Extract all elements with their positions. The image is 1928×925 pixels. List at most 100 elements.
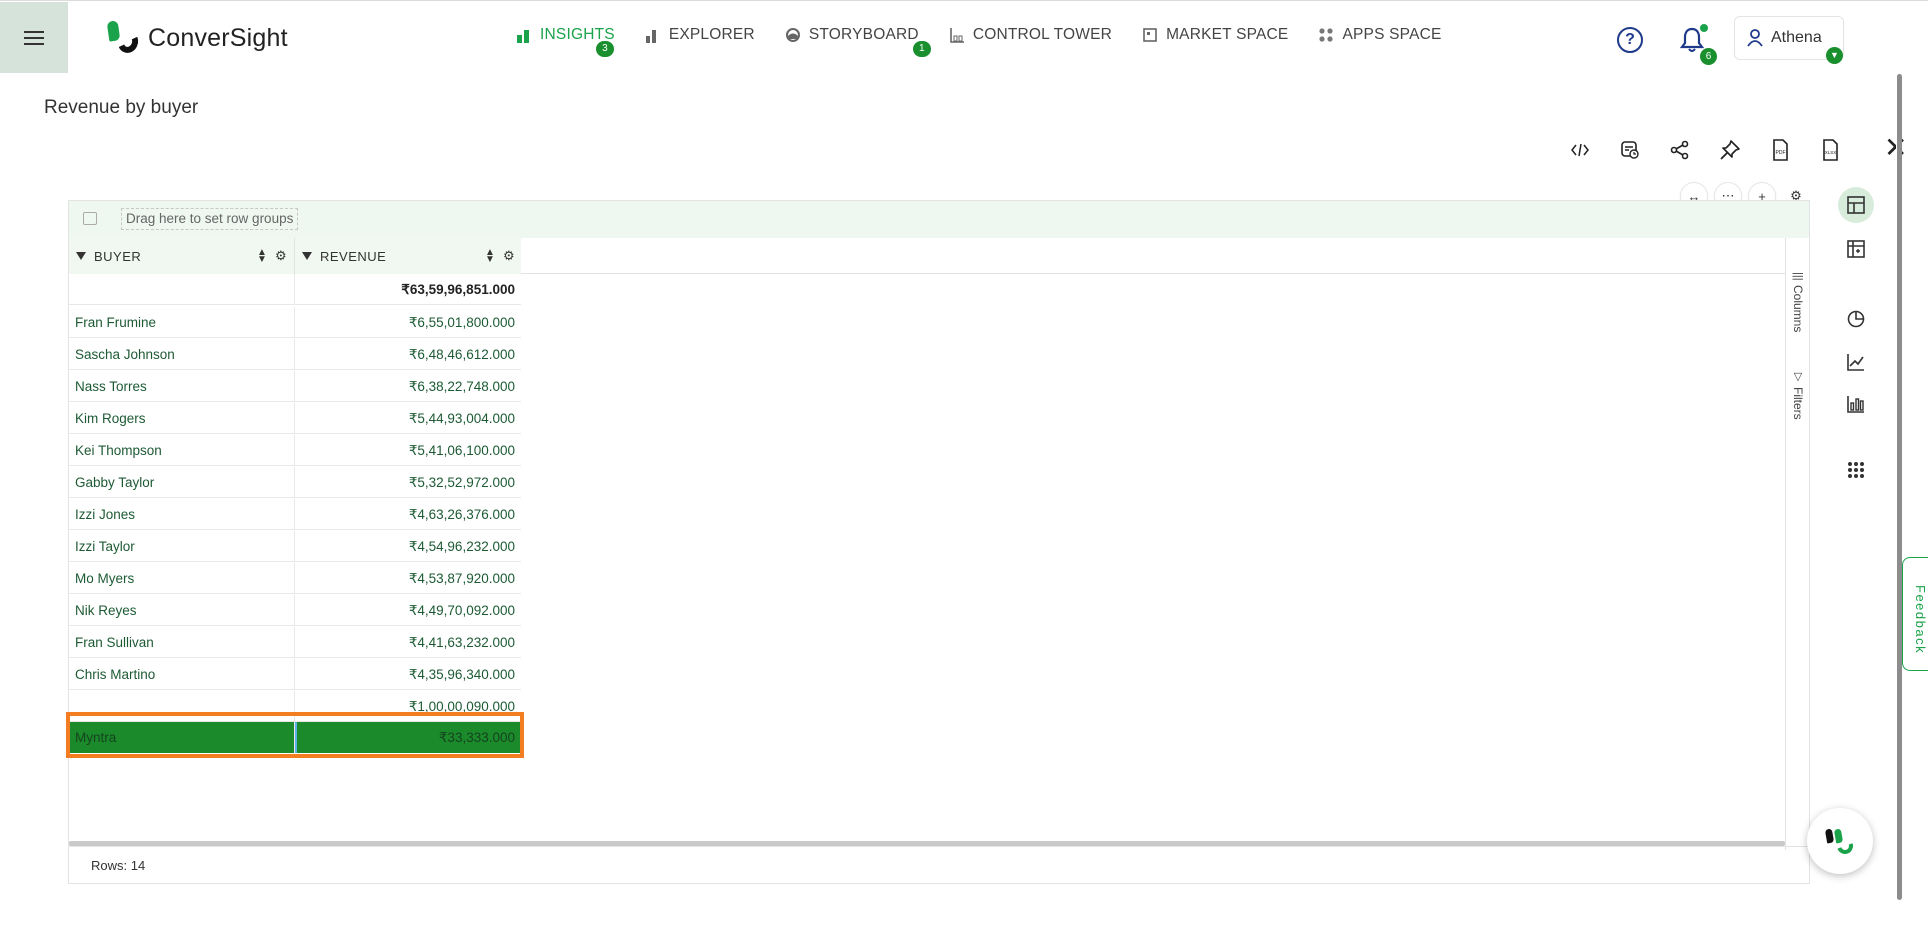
table-row[interactable]: Mo Myers ₹4,53,87,920.000	[69, 563, 521, 595]
table-row[interactable]: Kei Thompson ₹5,41,06,100.000	[69, 435, 521, 467]
nav-item-market-space[interactable]: MARKET SPACE	[1142, 26, 1288, 44]
control-tower-icon	[950, 28, 964, 43]
nav-item-label: CONTROL TOWER	[972, 26, 1113, 43]
table-row[interactable]: Nik Reyes ₹4,49,70,092.000	[69, 595, 521, 627]
cell-revenue[interactable]: ₹5,41,06,100.000	[295, 435, 521, 466]
table-row[interactable]: Sascha Johnson ₹6,48,46,612.000	[69, 339, 521, 371]
table-row[interactable]: Izzi Jones ₹4,63,26,376.000	[69, 499, 521, 531]
nav-item-explorer[interactable]: EXPLORER	[645, 26, 755, 44]
nav-item-insights[interactable]: INSIGHTS 3	[516, 26, 615, 57]
cell-revenue[interactable]: ₹6,38,22,748.000	[295, 371, 521, 402]
cell-buyer[interactable]: Chris Martino	[69, 659, 295, 690]
insights-icon	[517, 30, 529, 43]
storyboard-icon	[785, 28, 800, 42]
nav-item-apps-space[interactable]: APPS SPACE	[1318, 26, 1441, 44]
cell-buyer[interactable]: Nik Reyes	[69, 595, 295, 626]
more-charts-grid-icon[interactable]	[1838, 452, 1874, 488]
page-scrollbar-thumb[interactable]	[1897, 74, 1902, 900]
code-icon[interactable]	[1555, 137, 1605, 163]
column-header-buyer[interactable]: BUYER ▲ ▼ ⚙	[69, 238, 295, 274]
side-tab-label: Filters	[1791, 387, 1805, 420]
main-nav: INSIGHTS 3 EXPLORER STORYBOARD 1 CONTROL…	[516, 26, 1472, 57]
nav-item-control-tower[interactable]: CONTROL TOWER	[949, 26, 1112, 44]
cell-buyer[interactable]	[69, 274, 295, 305]
pin-icon[interactable]	[1705, 137, 1755, 163]
hamburger-menu-button[interactable]	[0, 2, 68, 73]
cell-revenue[interactable]: ₹4,63,26,376.000	[295, 499, 521, 530]
cell-buyer[interactable]: Kei Thompson	[69, 435, 295, 466]
cell-revenue[interactable]: ₹4,54,96,232.000	[295, 531, 521, 562]
cell-revenue[interactable]: ₹5,32,52,972.000	[295, 467, 521, 498]
explorer-icon	[645, 30, 656, 43]
nav-item-label: STORYBOARD	[808, 26, 919, 43]
help-icon[interactable]: ?	[1617, 27, 1643, 53]
cell-revenue[interactable]: ₹6,48,46,612.000	[295, 339, 521, 370]
chevron-down-icon[interactable]: ▼	[1826, 47, 1843, 64]
table-row[interactable]: Chris Martino ₹4,35,96,340.000	[69, 659, 521, 691]
cell-buyer[interactable]: Kim Rogers	[69, 403, 295, 434]
data-grid: Drag here to set row groups BUYER ▲ ▼ ⚙ R…	[66, 200, 1810, 884]
apps-space-icon	[1319, 28, 1334, 42]
notification-dot	[1700, 24, 1708, 32]
cell-revenue[interactable]: ₹6,55,01,800.000	[295, 307, 521, 338]
line-chart-icon[interactable]	[1838, 344, 1874, 380]
bar-chart-icon[interactable]	[1838, 386, 1874, 422]
nav-item-storyboard[interactable]: STORYBOARD 1	[785, 26, 931, 57]
column-settings-gear-icon[interactable]: ⚙	[275, 248, 287, 264]
conversight-logo-icon	[106, 20, 142, 56]
table-row[interactable]: Izzi Taylor ₹4,54,96,232.000	[69, 531, 521, 563]
table-row[interactable]: Kim Rogers ₹5,44,93,004.000	[69, 403, 521, 435]
schedule-report-icon[interactable]	[1605, 137, 1655, 163]
share-icon[interactable]	[1655, 137, 1705, 163]
table-view-icon[interactable]	[1838, 187, 1874, 223]
cell-buyer[interactable]: Izzi Jones	[69, 499, 295, 530]
row-group-placeholder: Drag here to set row groups	[121, 208, 299, 230]
hamburger-icon	[24, 30, 44, 45]
filter-icon[interactable]	[302, 252, 312, 260]
cell-buyer[interactable]: Fran Frumine	[69, 307, 295, 338]
sort-icon[interactable]: ▲ ▼	[485, 248, 495, 265]
assistant-chat-button[interactable]	[1807, 808, 1873, 874]
cell-revenue[interactable]: ₹4,49,70,092.000	[295, 595, 521, 626]
feedback-tab[interactable]: Feedback	[1902, 557, 1928, 671]
column-header-label: BUYER	[94, 248, 142, 264]
grid-header: BUYER ▲ ▼ ⚙ REVENUE ▲ ▼ ⚙	[69, 238, 1785, 274]
brand-logo[interactable]: ConverSight	[106, 20, 288, 56]
page-title: Revenue by buyer	[44, 97, 199, 118]
table-row[interactable]: Fran Sullivan ₹4,41,63,232.000	[69, 627, 521, 659]
user-name: Athena	[1771, 29, 1822, 46]
table-row[interactable]: Gabby Taylor ₹5,32,52,972.000	[69, 467, 521, 499]
side-tab-label: Columns	[1791, 284, 1805, 332]
nav-item-label: EXPLORER	[668, 26, 755, 43]
svg-text:PDF: PDF	[1776, 150, 1786, 156]
filter-icon[interactable]	[76, 252, 86, 260]
cell-buyer[interactable]: Gabby Taylor	[69, 467, 295, 498]
cell-buyer[interactable]: Fran Sullivan	[69, 627, 295, 658]
pie-chart-icon[interactable]	[1838, 301, 1874, 337]
cell-revenue-total[interactable]: ₹63,59,96,851.000	[295, 274, 521, 305]
brand-name: ConverSight	[148, 23, 288, 52]
xlsx-export-icon[interactable]: XLSX	[1805, 137, 1855, 163]
total-row[interactable]: ₹63,59,96,851.000	[69, 274, 521, 306]
sort-icon[interactable]: ▲ ▼	[257, 248, 267, 265]
row-group-bar[interactable]: Drag here to set row groups	[69, 201, 1809, 238]
side-tab-filters[interactable]: ▽ Filters	[1786, 366, 1810, 424]
cell-revenue[interactable]: ₹5,44,93,004.000	[295, 403, 521, 434]
table-row[interactable]: Nass Torres ₹6,38,22,748.000	[69, 371, 521, 403]
cell-buyer[interactable]: Sascha Johnson	[69, 339, 295, 370]
cell-revenue[interactable]: ₹4,41,63,232.000	[295, 627, 521, 658]
cell-buyer[interactable]: Nass Torres	[69, 371, 295, 402]
cell-buyer[interactable]: Izzi Taylor	[69, 531, 295, 562]
cell-revenue[interactable]: ₹4,53,87,920.000	[295, 563, 521, 594]
pivot-table-icon[interactable]	[1838, 231, 1874, 267]
column-settings-gear-icon[interactable]: ⚙	[503, 248, 515, 264]
side-tab-columns[interactable]: ||| Columns	[1786, 268, 1810, 336]
svg-text:XLSX: XLSX	[1825, 150, 1837, 155]
pdf-export-icon[interactable]: PDF	[1755, 137, 1805, 163]
cell-buyer[interactable]: Mo Myers	[69, 563, 295, 594]
table-row[interactable]: Fran Frumine ₹6,55,01,800.000	[69, 307, 521, 339]
column-header-revenue[interactable]: REVENUE ▲ ▼ ⚙	[295, 238, 521, 274]
top-nav-bar: ConverSight INSIGHTS 3 EXPLORER STORYBOA…	[0, 0, 1928, 73]
market-space-icon	[1143, 28, 1157, 42]
cell-revenue[interactable]: ₹4,35,96,340.000	[295, 659, 521, 690]
